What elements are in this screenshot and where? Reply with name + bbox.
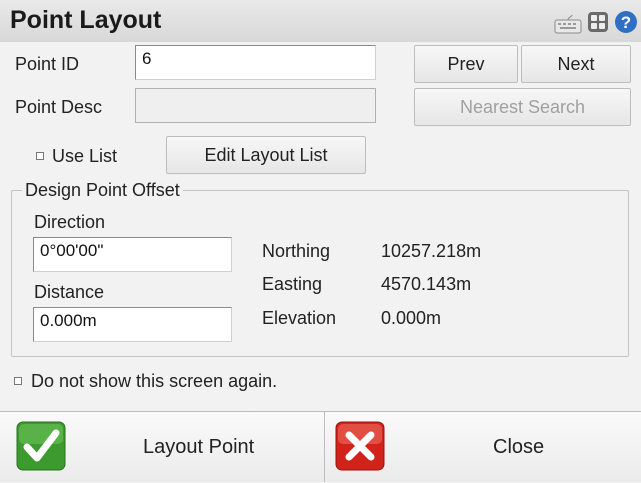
use-list-label: Use List (52, 146, 118, 166)
layout-point-button[interactable]: Layout Point (0, 412, 324, 482)
northing-label: Northing (262, 241, 331, 261)
title-bar: Point Layout ? (0, 0, 641, 42)
northing-value: 10257.218m (381, 241, 482, 261)
calculator-icon[interactable] (587, 11, 609, 38)
close-label: Close (493, 436, 545, 458)
easting-label: Easting (262, 274, 323, 294)
edit-layout-list-button[interactable]: Edit Layout List (166, 136, 366, 174)
elevation-value: 0.000m (381, 308, 442, 328)
next-button[interactable]: Next (521, 45, 631, 83)
close-icon (335, 421, 385, 476)
dont-show-checkbox[interactable] (14, 377, 22, 385)
point-id-label: Point ID (15, 54, 80, 74)
keyboard-icon[interactable] (554, 14, 582, 39)
distance-input[interactable]: 0.000m (33, 307, 232, 342)
svg-text:?: ? (621, 13, 631, 32)
point-desc-label: Point Desc (15, 97, 103, 117)
prev-button[interactable]: Prev (414, 45, 518, 83)
point-id-input[interactable]: 6 (135, 45, 376, 80)
point-desc-input[interactable] (135, 88, 376, 123)
distance-label: Distance (34, 282, 105, 302)
help-icon[interactable]: ? (614, 10, 638, 39)
checkmark-icon (16, 421, 66, 476)
nearest-search-button[interactable]: Nearest Search (414, 88, 631, 126)
use-list-checkbox[interactable] (36, 152, 44, 160)
easting-value: 4570.143m (381, 274, 472, 294)
dont-show-label: Do not show this screen again. (31, 371, 278, 391)
close-button[interactable]: Close (325, 412, 641, 482)
direction-label: Direction (34, 212, 106, 232)
elevation-label: Elevation (262, 308, 337, 328)
window-title: Point Layout (10, 6, 162, 34)
layout-point-label: Layout Point (143, 436, 255, 458)
design-point-offset-legend: Design Point Offset (22, 180, 183, 201)
direction-input[interactable]: 0°00'00" (33, 237, 232, 272)
